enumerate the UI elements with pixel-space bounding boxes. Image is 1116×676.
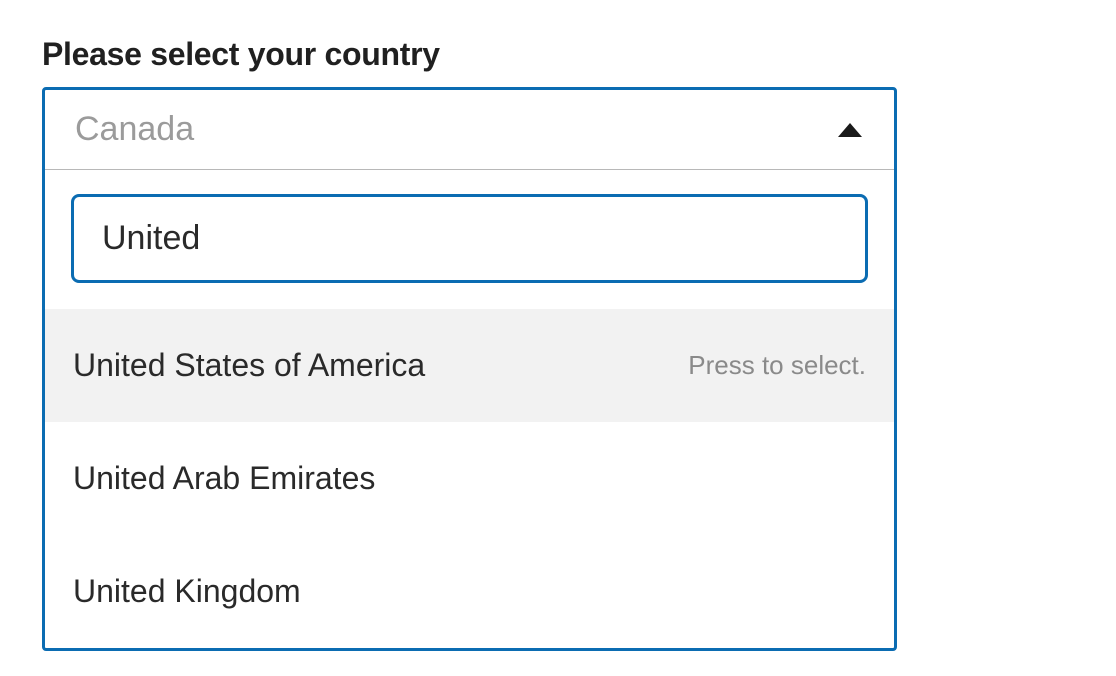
combobox-option[interactable]: United States of America Press to select… xyxy=(45,309,894,422)
option-label: United Arab Emirates xyxy=(73,460,375,497)
option-label: United States of America xyxy=(73,347,425,384)
field-label: Please select your country xyxy=(42,36,1074,73)
country-combobox[interactable]: Canada United States of America Press to… xyxy=(42,87,897,651)
caret-up-icon xyxy=(838,123,862,137)
combobox-option[interactable]: United Arab Emirates xyxy=(45,422,894,535)
combobox-selected-value: Canada xyxy=(75,110,194,149)
combobox-search-input[interactable] xyxy=(71,194,868,283)
combobox-header[interactable]: Canada xyxy=(45,90,894,169)
combobox-dropdown: United States of America Press to select… xyxy=(45,170,894,648)
combobox-option[interactable]: United Kingdom xyxy=(45,535,894,648)
option-label: United Kingdom xyxy=(73,573,301,610)
option-hint: Press to select. xyxy=(688,350,866,381)
